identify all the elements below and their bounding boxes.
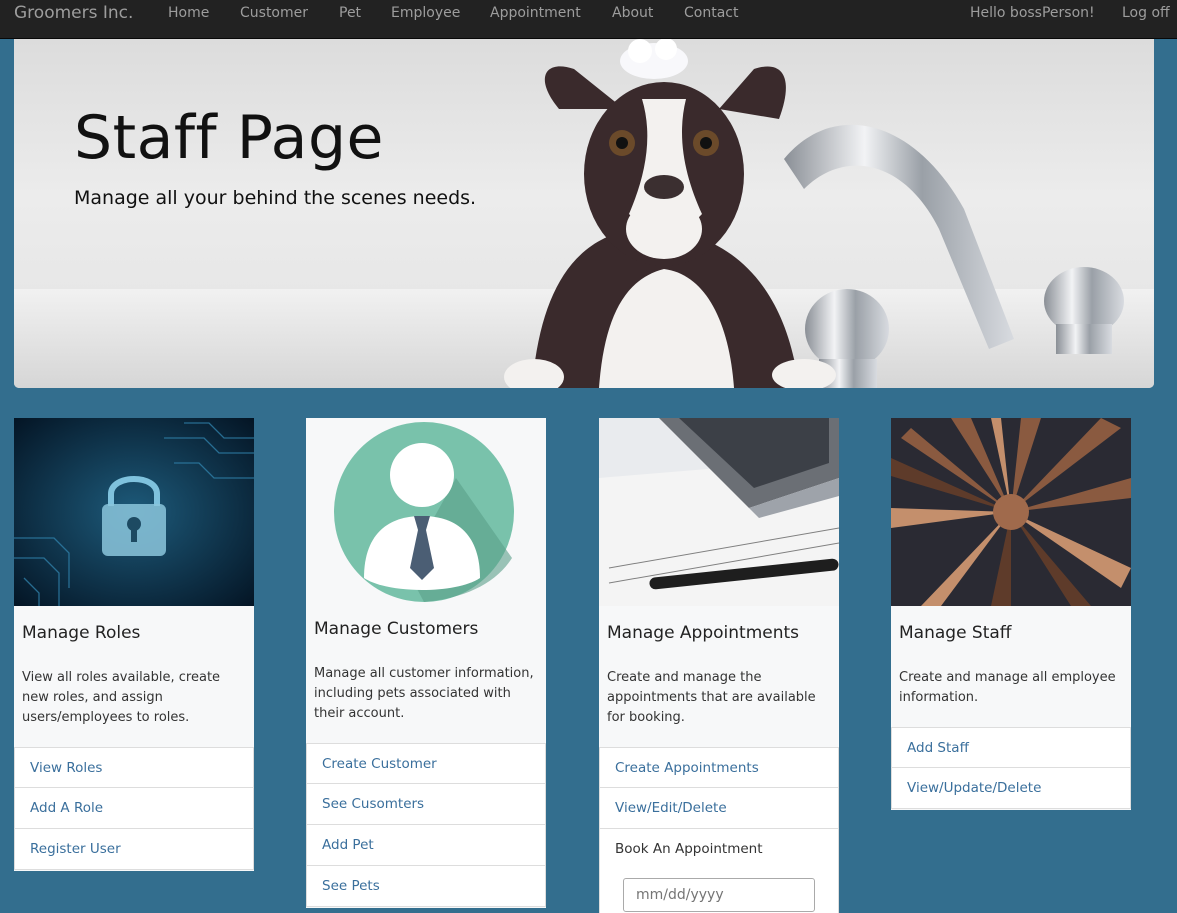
add-role-link[interactable]: Add A Role — [14, 788, 254, 829]
create-customer-link[interactable]: Create Customer — [306, 743, 546, 784]
nav-customer[interactable]: Customer — [240, 0, 308, 26]
register-user-link[interactable]: Register User — [14, 829, 254, 870]
card-title: Manage Customers — [314, 619, 479, 639]
top-navbar: Groomers Inc. Home Customer Pet Employee… — [0, 0, 1177, 39]
view-edit-delete-link[interactable]: View/Edit/Delete — [599, 788, 839, 829]
card-description: Create and manage all employee informati… — [899, 670, 1116, 705]
staff-link-list: Add Staff View/Update/Delete — [891, 727, 1131, 809]
page-title: Staff Page — [74, 103, 384, 173]
nav-home[interactable]: Home — [168, 0, 209, 26]
manage-roles-card: Manage Roles View all roles available, c… — [14, 418, 254, 871]
card-title: Manage Staff — [899, 623, 1012, 643]
manage-appointments-card: Manage Appointments Create and manage th… — [599, 418, 839, 913]
add-staff-link[interactable]: Add Staff — [891, 727, 1131, 768]
appointment-book-image — [599, 418, 839, 606]
roles-link-list: View Roles Add A Role Register User — [14, 747, 254, 870]
brand-link[interactable]: Groomers Inc. — [14, 0, 133, 26]
card-description: Manage all customer information, includi… — [314, 666, 534, 721]
card-description: View all roles available, create new rol… — [22, 670, 221, 725]
customers-link-list: Create Customer See Cusomters Add Pet Se… — [306, 743, 546, 907]
user-greeting-link[interactable]: Hello bossPerson! — [970, 0, 1095, 26]
lock-image — [14, 418, 254, 606]
card-title: Manage Appointments — [607, 623, 800, 643]
appointment-date-input[interactable] — [623, 878, 815, 912]
card-description: Create and manage the appointments that … — [607, 670, 816, 725]
team-hands-image — [891, 418, 1131, 606]
view-update-delete-link[interactable]: View/Update/Delete — [891, 768, 1131, 809]
customer-avatar-icon — [306, 418, 546, 606]
see-pets-link[interactable]: See Pets — [306, 866, 546, 907]
create-appointments-link[interactable]: Create Appointments — [599, 747, 839, 788]
card-title: Manage Roles — [22, 623, 141, 643]
nav-appointment[interactable]: Appointment — [490, 0, 581, 26]
add-pet-link[interactable]: Add Pet — [306, 825, 546, 866]
nav-employee[interactable]: Employee — [391, 0, 460, 26]
nav-about[interactable]: About — [612, 0, 653, 26]
nav-contact[interactable]: Contact — [684, 0, 738, 26]
hero-jumbotron: Staff Page Manage all your behind the sc… — [14, 39, 1154, 388]
puppy-in-bathtub-image — [14, 39, 1154, 388]
manage-customers-card: Manage Customers Manage all customer inf… — [306, 418, 546, 908]
nav-pet[interactable]: Pet — [339, 0, 361, 26]
logoff-link[interactable]: Log off — [1122, 0, 1170, 26]
see-customers-link[interactable]: See Cusomters — [306, 784, 546, 825]
book-appointment-label: Book An Appointment — [615, 841, 763, 857]
view-roles-link[interactable]: View Roles — [14, 747, 254, 788]
page-subtitle: Manage all your behind the scenes needs. — [74, 187, 477, 209]
manage-staff-card: Manage Staff Create and manage all emplo… — [891, 418, 1131, 810]
